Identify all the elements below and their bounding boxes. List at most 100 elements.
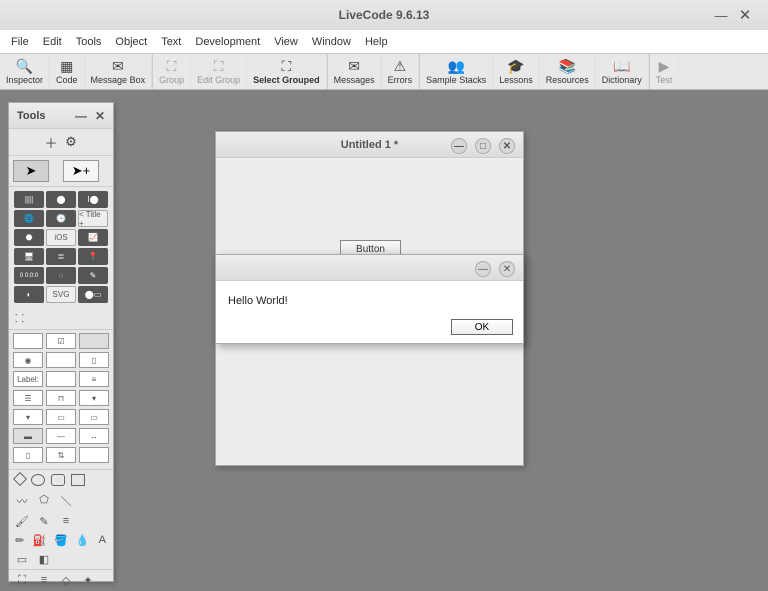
stepper-tool[interactable]: ⇅: [46, 447, 76, 463]
combo-tool[interactable]: ▾: [79, 390, 109, 406]
close-icon[interactable]: ✕: [738, 8, 752, 22]
minimize-icon[interactable]: —: [714, 8, 728, 22]
menu-tools[interactable]: Tools: [69, 33, 109, 51]
select-icon[interactable]: ▭: [15, 553, 29, 566]
monitor-widget[interactable]: 🖥: [14, 248, 44, 265]
menu-development[interactable]: Development: [188, 33, 267, 51]
menu-tool[interactable]: ☰: [13, 390, 43, 406]
html5-widget[interactable]: ⬣: [14, 229, 44, 246]
close-icon[interactable]: ✕: [95, 109, 105, 123]
rect-tool[interactable]: [46, 371, 76, 387]
android-widget[interactable]: ⬤: [46, 191, 76, 208]
player-tool[interactable]: [79, 447, 109, 463]
brush-icon[interactable]: 🖌: [15, 515, 29, 528]
image-tool[interactable]: ▯: [13, 447, 43, 463]
radio-tool[interactable]: ◉: [13, 352, 43, 368]
label-tool[interactable]: Label:: [13, 371, 43, 387]
polygon-icon[interactable]: ⬠: [37, 493, 51, 509]
popup-tool[interactable]: ▭: [46, 409, 76, 425]
diamond-shape-icon[interactable]: [13, 472, 27, 486]
eraser-icon[interactable]: ◧: [37, 553, 51, 566]
tools-titlebar[interactable]: Tools — ✕: [9, 103, 113, 129]
tree-widget[interactable]: ⸬: [9, 307, 113, 329]
svg-widget[interactable]: SVG: [46, 286, 76, 303]
scroll-field-tool[interactable]: ▯: [79, 352, 109, 368]
barcode-widget[interactable]: ||||: [14, 191, 44, 208]
tb-edit-group[interactable]: ⛶Edit Group: [191, 54, 247, 89]
maximize-icon[interactable]: □: [475, 138, 491, 154]
text-icon[interactable]: A: [98, 534, 107, 547]
tb-dictionary[interactable]: 📖Dictionary: [596, 54, 649, 89]
star-icon[interactable]: ✦: [81, 574, 95, 587]
title-widget[interactable]: < Title +: [78, 210, 108, 227]
bucket-icon[interactable]: 🪣: [54, 534, 68, 547]
toggle-widget[interactable]: ⬤▭: [78, 286, 108, 303]
tb-errors[interactable]: ⚠Errors: [382, 54, 420, 89]
roundrect-shape-icon[interactable]: [51, 474, 65, 486]
tb-message-box[interactable]: ✉Message Box: [85, 54, 153, 89]
menu-window[interactable]: Window: [305, 33, 358, 51]
checkbox-tool[interactable]: ☑: [46, 333, 76, 349]
crop-icon[interactable]: ⛶: [15, 574, 29, 587]
tb-resources[interactable]: 📚Resources: [540, 54, 596, 89]
edit-pointer-tool[interactable]: ➤+: [63, 160, 99, 182]
edit-widget[interactable]: ✎: [78, 267, 108, 284]
counter-widget[interactable]: 0 0:0:0: [14, 267, 44, 284]
oval-shape-icon[interactable]: [31, 474, 45, 486]
dropper-icon[interactable]: 💧: [76, 534, 90, 547]
diamond-tool-icon[interactable]: ◇: [59, 574, 73, 587]
spray-icon[interactable]: ⛽: [32, 534, 46, 547]
list-tool[interactable]: ≡: [79, 371, 109, 387]
pulldown-tool[interactable]: ▭: [79, 409, 109, 425]
tb-messages[interactable]: ✉Messages: [328, 54, 382, 89]
lines-icon[interactable]: ≡: [59, 515, 73, 528]
menu-view[interactable]: View: [267, 33, 305, 51]
globe-widget[interactable]: 🌐: [14, 210, 44, 227]
tb-lessons[interactable]: 🎓Lessons: [493, 54, 540, 89]
minimize-icon[interactable]: —: [75, 109, 87, 123]
pencil-icon[interactable]: ✎: [37, 515, 51, 528]
ios-widget[interactable]: I⬤: [78, 191, 108, 208]
button-tool[interactable]: [13, 333, 43, 349]
slider-tool[interactable]: —: [46, 428, 76, 444]
clock-widget[interactable]: 🕒: [46, 210, 76, 227]
line-icon[interactable]: ＼: [59, 493, 73, 509]
loader-widget[interactable]: ◐: [14, 286, 44, 303]
option-tool[interactable]: ▾: [13, 409, 43, 425]
menu-text[interactable]: Text: [154, 33, 188, 51]
pen-icon[interactable]: ✏: [15, 534, 24, 547]
close-icon[interactable]: ✕: [499, 261, 515, 277]
freehand-icon[interactable]: 〰: [15, 493, 29, 509]
menu-file[interactable]: File: [4, 33, 36, 51]
tb-sample-stacks[interactable]: 👥Sample Stacks: [420, 54, 493, 89]
ios-label-widget[interactable]: iOS: [46, 229, 76, 246]
list-widget[interactable]: ≣: [46, 248, 76, 265]
scrollbar-tool[interactable]: ↔: [79, 428, 109, 444]
rect-shape-icon[interactable]: [71, 474, 85, 486]
progress-tool[interactable]: ▬: [13, 428, 43, 444]
tb-inspector[interactable]: 🔍Inspector: [0, 54, 50, 89]
run-pointer-tool[interactable]: ➤: [13, 160, 49, 182]
tb-group[interactable]: ⛶Group: [153, 54, 191, 89]
default-button-tool[interactable]: [79, 333, 109, 349]
field-tool[interactable]: [46, 352, 76, 368]
menu-help[interactable]: Help: [358, 33, 395, 51]
tab-tool[interactable]: ⊓: [46, 390, 76, 406]
tb-code[interactable]: ▦Code: [50, 54, 85, 89]
ok-button[interactable]: OK: [451, 319, 513, 335]
tb-test[interactable]: ▶Test: [650, 54, 680, 89]
tb-select-grouped[interactable]: ⛶Select Grouped: [247, 54, 327, 89]
fill-icon[interactable]: ≡: [37, 574, 51, 587]
menu-object[interactable]: Object: [108, 33, 154, 51]
close-icon[interactable]: ✕: [499, 138, 515, 154]
dialog-titlebar[interactable]: — ✕: [216, 255, 523, 281]
gear-icon[interactable]: ⚙: [64, 135, 78, 149]
spinner-widget[interactable]: ◌: [46, 267, 76, 284]
chart-widget[interactable]: 📈: [78, 229, 108, 246]
menu-edit[interactable]: Edit: [36, 33, 69, 51]
plus-icon[interactable]: ＋: [44, 135, 58, 149]
minimize-icon[interactable]: —: [451, 138, 467, 154]
stack-titlebar[interactable]: Untitled 1 * — □ ✕: [216, 132, 523, 158]
pin-widget[interactable]: 📍: [78, 248, 108, 265]
minimize-icon[interactable]: —: [475, 261, 491, 277]
